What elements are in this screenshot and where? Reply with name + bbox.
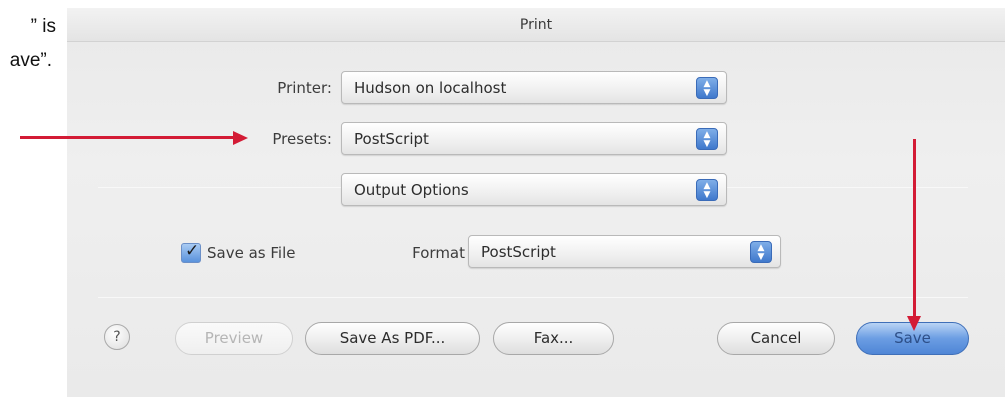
save-as-file-label: Save as File — [207, 244, 296, 262]
save-as-pdf-button[interactable]: Save As PDF... — [305, 322, 480, 355]
arrow-shaft — [20, 136, 235, 139]
title-bar: Print — [67, 8, 1005, 42]
popup-stepper-icon: ▲ ▼ — [696, 179, 718, 201]
checkmark-icon: ✓ — [185, 241, 200, 261]
arrow-shaft — [913, 139, 916, 318]
popup-stepper-icon: ▲ ▼ — [696, 77, 718, 99]
fax-button[interactable]: Fax... — [493, 322, 614, 355]
format-value: PostScript — [481, 243, 556, 261]
save-as-file-checkbox[interactable]: ✓ — [181, 241, 201, 263]
caption-line-2: ave”. — [9, 50, 52, 71]
presets-value: PostScript — [354, 130, 429, 148]
printer-value: Hudson on localhost — [354, 79, 507, 97]
arrow-head-right-icon — [233, 131, 248, 145]
format-popup[interactable]: PostScript ▲ ▼ — [468, 235, 781, 268]
cancel-button[interactable]: Cancel — [717, 322, 835, 355]
dialog-title: Print — [519, 17, 553, 33]
panel-popup[interactable]: Output Options ▲ ▼ — [341, 173, 727, 206]
preview-button[interactable]: Preview — [175, 322, 293, 355]
caption-line-1: ” is — [30, 16, 56, 37]
panel-value: Output Options — [354, 181, 469, 199]
printer-label: Printer: — [277, 79, 332, 97]
separator-line-bottom — [98, 297, 968, 298]
format-label: Format — [412, 244, 465, 262]
help-button[interactable]: ? — [104, 324, 130, 350]
arrow-head-down-icon — [907, 316, 921, 331]
popup-stepper-icon: ▲ ▼ — [696, 128, 718, 150]
print-dialog: Print Printer: Hudson on localhost ▲ ▼ Pr… — [67, 8, 1005, 397]
presets-popup[interactable]: PostScript ▲ ▼ — [341, 122, 727, 155]
popup-stepper-icon: ▲ ▼ — [750, 241, 772, 263]
printer-popup[interactable]: Hudson on localhost ▲ ▼ — [341, 71, 727, 104]
